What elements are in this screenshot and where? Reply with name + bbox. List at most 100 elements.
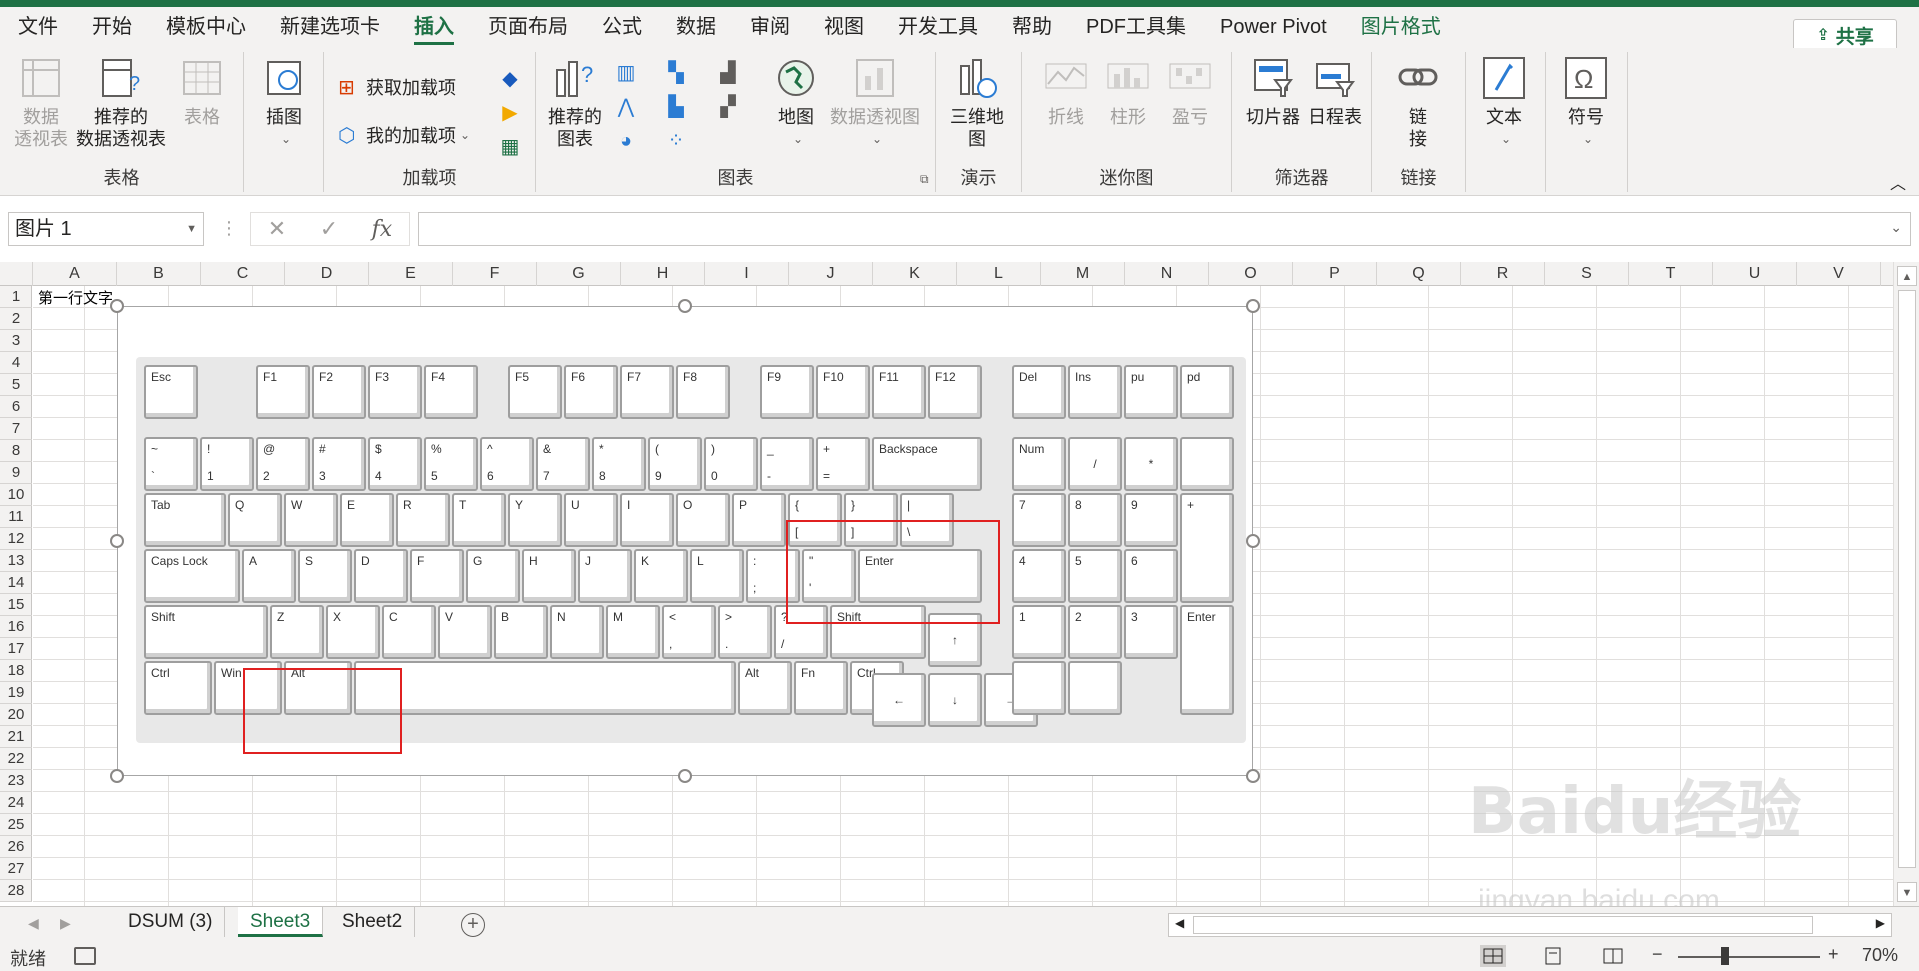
hscroll-thumb[interactable]: [1193, 916, 1813, 934]
tab-power-pivot[interactable]: Power Pivot: [1220, 7, 1327, 48]
row-header-6[interactable]: 6: [0, 396, 32, 418]
sparkline-column-button[interactable]: 柱形: [1106, 56, 1150, 128]
prev-sheet-icon[interactable]: ◀: [28, 915, 39, 932]
column-header-n[interactable]: N: [1125, 262, 1209, 286]
resize-handle[interactable]: [1246, 534, 1260, 548]
my-addins-button[interactable]: ⬡ 我的加载项 ⌄: [338, 122, 470, 148]
column-header-d[interactable]: D: [285, 262, 369, 286]
people-graph-icon[interactable]: ▦: [494, 132, 526, 162]
zoom-level[interactable]: 70%: [1862, 945, 1898, 966]
row-header-9[interactable]: 9: [0, 462, 32, 484]
tab-pdf[interactable]: PDF工具集: [1086, 7, 1186, 48]
column-header-l[interactable]: L: [957, 262, 1041, 286]
column-header-v[interactable]: V: [1797, 262, 1881, 286]
expand-formula-icon[interactable]: ⌄: [1890, 219, 1902, 236]
line-chart-icon[interactable]: ⋀: [610, 92, 642, 122]
tab-formulas[interactable]: 公式: [602, 7, 642, 48]
tab-file[interactable]: 文件: [18, 7, 58, 48]
column-header-c[interactable]: C: [201, 262, 285, 286]
table-button[interactable]: 表格: [180, 56, 224, 128]
row-header-8[interactable]: 8: [0, 440, 32, 462]
add-sheet-button[interactable]: +: [461, 913, 485, 937]
column-header-o[interactable]: O: [1209, 262, 1293, 286]
tab-view[interactable]: 视图: [824, 7, 864, 48]
tab-templates[interactable]: 模板中心: [166, 7, 246, 48]
row-header-22[interactable]: 22: [0, 748, 32, 770]
waterfall-chart-icon[interactable]: ▟: [712, 58, 744, 88]
row-header-7[interactable]: 7: [0, 418, 32, 440]
zoom-in-button[interactable]: +: [1828, 944, 1839, 965]
row-header-28[interactable]: 28: [0, 880, 32, 902]
recommended-charts-button[interactable]: ? 推荐的 图表: [548, 56, 602, 150]
scroll-down-icon[interactable]: ▼: [1897, 882, 1917, 902]
resize-handle[interactable]: [678, 769, 692, 783]
column-header-e[interactable]: E: [369, 262, 453, 286]
row-header-23[interactable]: 23: [0, 770, 32, 792]
scatter-chart-icon[interactable]: ⁘: [660, 126, 692, 156]
resize-handle[interactable]: [1246, 299, 1260, 313]
row-header-4[interactable]: 4: [0, 352, 32, 374]
column-header-s[interactable]: S: [1545, 262, 1629, 286]
share-button[interactable]: ⇪ 共享: [1793, 19, 1897, 51]
scroll-right-icon[interactable]: ▶: [1876, 916, 1885, 930]
insert-function-icon[interactable]: fx: [372, 217, 393, 242]
formula-input[interactable]: ⌄: [418, 212, 1911, 246]
accessibility-icon[interactable]: [74, 947, 96, 965]
pie-chart-icon[interactable]: ◕: [610, 126, 642, 156]
sheet-tab-sheet2[interactable]: Sheet2: [330, 907, 416, 937]
row-header-24[interactable]: 24: [0, 792, 32, 814]
combo-chart-icon[interactable]: ▞: [712, 92, 744, 122]
column-header-r[interactable]: R: [1461, 262, 1545, 286]
tab-home[interactable]: 开始: [92, 7, 132, 48]
column-header-i[interactable]: I: [705, 262, 789, 286]
row-header-21[interactable]: 21: [0, 726, 32, 748]
statistic-chart-icon[interactable]: ▙: [660, 92, 692, 122]
sheet-tab-sheet3[interactable]: Sheet3: [238, 907, 324, 937]
scroll-thumb[interactable]: [1898, 290, 1916, 868]
column-header-t[interactable]: T: [1629, 262, 1713, 286]
dialog-launcher-icon[interactable]: ⧉: [920, 172, 929, 187]
row-header-17[interactable]: 17: [0, 638, 32, 660]
resize-handle[interactable]: [110, 769, 124, 783]
resize-handle[interactable]: [678, 299, 692, 313]
formula-bar-handle[interactable]: ⋮: [220, 218, 238, 239]
row-header-14[interactable]: 14: [0, 572, 32, 594]
pivottable-button[interactable]: 数据 透视表: [14, 56, 68, 150]
scroll-left-icon[interactable]: ◀: [1175, 916, 1184, 930]
column-header-j[interactable]: J: [789, 262, 873, 286]
sparkline-line-button[interactable]: 折线: [1044, 56, 1088, 128]
confirm-icon[interactable]: ✓: [320, 216, 338, 242]
select-all-corner[interactable]: [0, 262, 33, 286]
row-header-3[interactable]: 3: [0, 330, 32, 352]
row-header-1[interactable]: 1: [0, 286, 32, 308]
column-header-u[interactable]: U: [1713, 262, 1797, 286]
timeline-button[interactable]: 日程表: [1308, 56, 1362, 128]
zoom-slider-thumb[interactable]: [1721, 947, 1729, 965]
tab-picture-format[interactable]: 图片格式: [1361, 7, 1441, 48]
collapse-ribbon-icon[interactable]: ︿: [1890, 170, 1906, 194]
tab-page-layout[interactable]: 页面布局: [488, 7, 568, 48]
row-header-16[interactable]: 16: [0, 616, 32, 638]
tab-insert[interactable]: 插入: [414, 7, 454, 48]
vertical-scrollbar[interactable]: ▲ ▼: [1893, 262, 1919, 906]
row-header-25[interactable]: 25: [0, 814, 32, 836]
row-header-26[interactable]: 26: [0, 836, 32, 858]
slicer-button[interactable]: 切片器: [1246, 56, 1300, 128]
recommended-pivot-button[interactable]: ? 推荐的 数据透视表: [76, 56, 166, 150]
sparkline-winloss-button[interactable]: 盈亏: [1168, 56, 1212, 128]
row-header-20[interactable]: 20: [0, 704, 32, 726]
resize-handle[interactable]: [110, 534, 124, 548]
illustrations-button[interactable]: 插图 ⌄: [262, 56, 306, 150]
row-header-11[interactable]: 11: [0, 506, 32, 528]
row-header-19[interactable]: 19: [0, 682, 32, 704]
column-header-h[interactable]: H: [621, 262, 705, 286]
pivotchart-button[interactable]: 数据透视图 ⌄: [830, 56, 920, 150]
text-button[interactable]: 文本 ⌄: [1482, 56, 1526, 150]
hierarchy-chart-icon[interactable]: ▚: [660, 58, 692, 88]
tab-help[interactable]: 帮助: [1012, 7, 1052, 48]
picture-1[interactable]: Esc F1 F2 F3 F4 F5 F6 F7 F8 F9 F10 F11 F12 Del Ins pu pd…: [110, 299, 1260, 783]
tab-data[interactable]: 数据: [676, 7, 716, 48]
horizontal-scrollbar[interactable]: ◀ ▶: [1168, 913, 1892, 937]
zoom-slider[interactable]: [1678, 956, 1820, 958]
row-header-13[interactable]: 13: [0, 550, 32, 572]
